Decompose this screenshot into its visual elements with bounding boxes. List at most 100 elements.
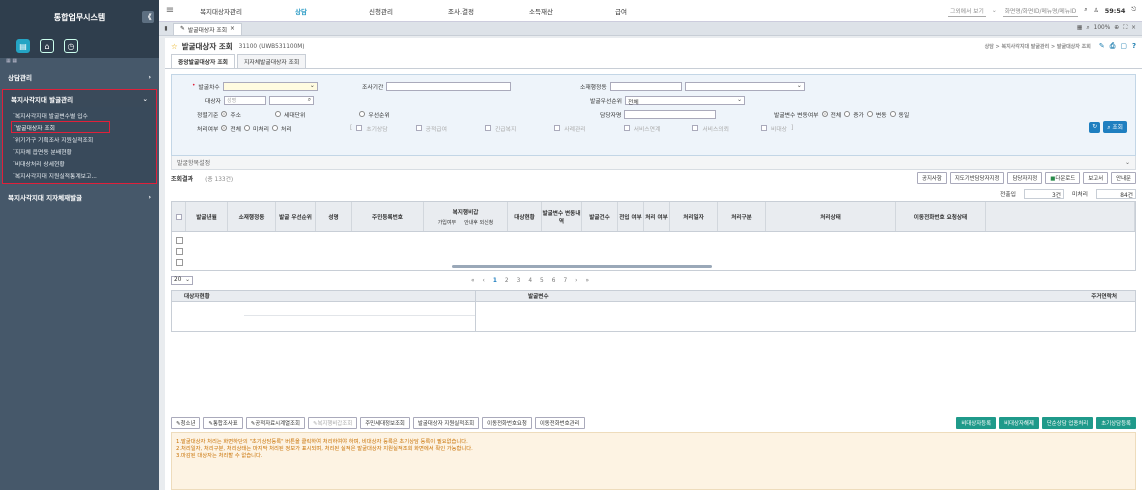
non-target-register-button[interactable]: 비대상자등록 [956, 417, 997, 429]
col-header[interactable]: 전입 여부 [618, 202, 644, 231]
search-icon[interactable]: ⌕ [1084, 7, 1087, 14]
map-assign-button[interactable]: 지도기반담당자지정 [949, 172, 1005, 184]
col-header[interactable]: 대상현황 [508, 202, 542, 231]
tab-local[interactable]: 지자체발굴대상자 조회 [237, 54, 307, 68]
proc-radio-2[interactable] [244, 125, 251, 131]
first-page[interactable]: « [471, 278, 475, 284]
sidebar-item-2-selected[interactable]: · 발굴대상자 조회 [11, 121, 110, 133]
page-link[interactable]: 5 [540, 278, 544, 284]
balgul-select[interactable]: ⌄ [222, 81, 318, 91]
period-input[interactable] [386, 81, 512, 91]
household-button[interactable]: 주민세대정보조회 [360, 417, 410, 429]
report-button[interactable]: 보고서 [1083, 172, 1109, 184]
nav-item-5[interactable]: 소득재산 [501, 6, 581, 16]
menu-search-input[interactable]: 화면명/화면ID/메뉴명/메뉴ID [1002, 5, 1079, 17]
col-header[interactable]: 소재행정동 [228, 202, 276, 231]
sidebar-item-6[interactable]: · 복지사각지대 지원실적통계보고... [3, 169, 156, 181]
subject-name-input[interactable]: 성명 [224, 95, 266, 105]
notice-button[interactable]: 공지사항 [916, 172, 947, 184]
simple-consult-button[interactable]: 단순상담 업종처리 [1041, 417, 1094, 429]
check-2[interactable] [415, 125, 422, 131]
admin-select-1[interactable] [609, 81, 682, 91]
reset-icon[interactable]: ↻ [1089, 121, 1101, 133]
page-size-select[interactable]: 20 ⌄ [171, 276, 193, 285]
print-icon[interactable]: ⎙ [1110, 42, 1116, 51]
priority-select[interactable]: 전체 ⌄ [625, 95, 745, 106]
integrated-button[interactable]: ✎통합조사표 [203, 417, 243, 429]
row-checkbox[interactable] [176, 259, 183, 266]
sidebar-item-1[interactable]: · 복지사각지대 발굴변수별 입수 [3, 109, 156, 121]
user-icon[interactable]: ♙ [1094, 8, 1099, 14]
view-select[interactable]: 그외에서 보기 [948, 5, 986, 17]
col-header[interactable]: 처리상태 [766, 202, 896, 231]
sidebar-item-4[interactable]: · 지자체 읍면동 분배현황 [3, 145, 156, 157]
col-header[interactable]: 처리구분 [718, 202, 766, 231]
page-link[interactable]: 4 [528, 278, 532, 284]
col-header[interactable]: 발굴건수 [582, 202, 618, 231]
download-button[interactable]: ■다운로드 [1045, 172, 1081, 184]
check-3[interactable] [484, 125, 491, 131]
page-link-current[interactable]: 1 [493, 278, 497, 284]
basis-radio-3[interactable] [359, 111, 366, 117]
phone-request-button[interactable]: 이동전화번호요청 [482, 417, 532, 429]
sidebar-item-5[interactable]: · 비대상처리 상세현황 [3, 157, 156, 169]
timeseries-button[interactable]: ✎공적자료시계열조회 [245, 417, 305, 429]
subject-rrn-input[interactable]: ⌕ [269, 95, 314, 105]
change-radio-4[interactable] [889, 111, 896, 117]
window-icon[interactable]: ▢ [1120, 42, 1127, 51]
letter-button[interactable]: 안내문 [1111, 172, 1136, 184]
sidebar-next-group[interactable]: 복지사각지대 지자체재발굴 › [0, 188, 159, 205]
hamburger-icon[interactable]: ≡ [159, 5, 181, 16]
pin-icon[interactable]: ▮ [159, 26, 173, 32]
tab-central[interactable]: 중앙발굴대상자 조회 [171, 54, 236, 68]
proc-radio-1[interactable] [221, 125, 228, 131]
change-radio-3[interactable] [866, 111, 873, 117]
fullscreen-icon[interactable]: ⛶ [1123, 25, 1127, 32]
page-link[interactable]: 2 [505, 278, 509, 284]
nav-item-1[interactable]: 복지대상자관리 [181, 6, 261, 16]
initial-consult-button[interactable]: 초기상담등록 [1096, 417, 1136, 429]
menu-icon[interactable]: ▤ [16, 39, 30, 53]
col-header[interactable]: 발굴 우선순위 [276, 202, 316, 231]
phone-manage-button[interactable]: 이동전화번호관리 [534, 417, 585, 429]
check-6[interactable] [692, 125, 699, 131]
col-header[interactable]: 성명 [316, 202, 352, 231]
header-checkbox[interactable] [172, 202, 186, 231]
home-icon[interactable]: ⌂ [40, 39, 54, 53]
grid-icon[interactable]: ▦ ▦ [0, 58, 159, 68]
page-link[interactable]: 3 [517, 278, 521, 284]
nav-item-2[interactable]: 상담 [261, 6, 341, 16]
non-target-release-button[interactable]: 비대상자해제 [999, 417, 1039, 429]
check-5[interactable] [623, 125, 630, 131]
zoom-icon[interactable]: ⌕ [1086, 25, 1089, 32]
col-header[interactable]: 처리 여부 [644, 202, 670, 231]
basis-radio-1[interactable] [221, 111, 228, 117]
zoom-in-icon[interactable]: ⊕ [1114, 25, 1119, 32]
close-all-icon[interactable]: × [1131, 25, 1136, 32]
nav-item-4[interactable]: 조사.결정 [421, 6, 501, 16]
youth-button[interactable]: ✎청소년 [171, 417, 201, 429]
proc-radio-3[interactable] [272, 125, 279, 131]
basis-radio-2[interactable] [275, 111, 282, 117]
col-header[interactable]: 발굴년월 [186, 202, 228, 231]
sidebar-group-title[interactable]: 복지사각지대 발굴관리 ⌄ [3, 90, 156, 107]
check-7[interactable] [760, 125, 767, 131]
manager-input[interactable] [624, 109, 717, 119]
sidebar-item-3[interactable]: · 위기가구 기획조사 지원실적조회 [3, 133, 156, 145]
section-balgul-items[interactable]: 발굴항목설정 ⌄ [171, 156, 1136, 170]
col-header[interactable]: 이동전화번호 요청상태 [896, 202, 986, 231]
edit-icon[interactable]: ✎ [1099, 42, 1105, 51]
horizontal-scrollbar[interactable] [452, 265, 712, 268]
col-header[interactable]: 처리일자 [670, 202, 718, 231]
search-button[interactable]: ⌕ 조회 [1103, 121, 1127, 133]
support-button[interactable]: 발굴대상자 지원실적조회 [412, 417, 480, 429]
change-radio-1[interactable] [821, 111, 828, 117]
nav-item-6[interactable]: 급여 [581, 6, 661, 16]
nav-item-3[interactable]: 신청관리 [341, 6, 421, 16]
col-header[interactable]: 발굴변수 변동내역 [542, 202, 582, 231]
change-radio-2[interactable] [844, 111, 851, 117]
logout-icon[interactable]: ⎋ [1131, 7, 1136, 14]
check-1[interactable] [356, 125, 363, 131]
col-header[interactable]: 주민등록번호 [352, 202, 424, 231]
help-icon[interactable]: ? [1132, 42, 1136, 51]
